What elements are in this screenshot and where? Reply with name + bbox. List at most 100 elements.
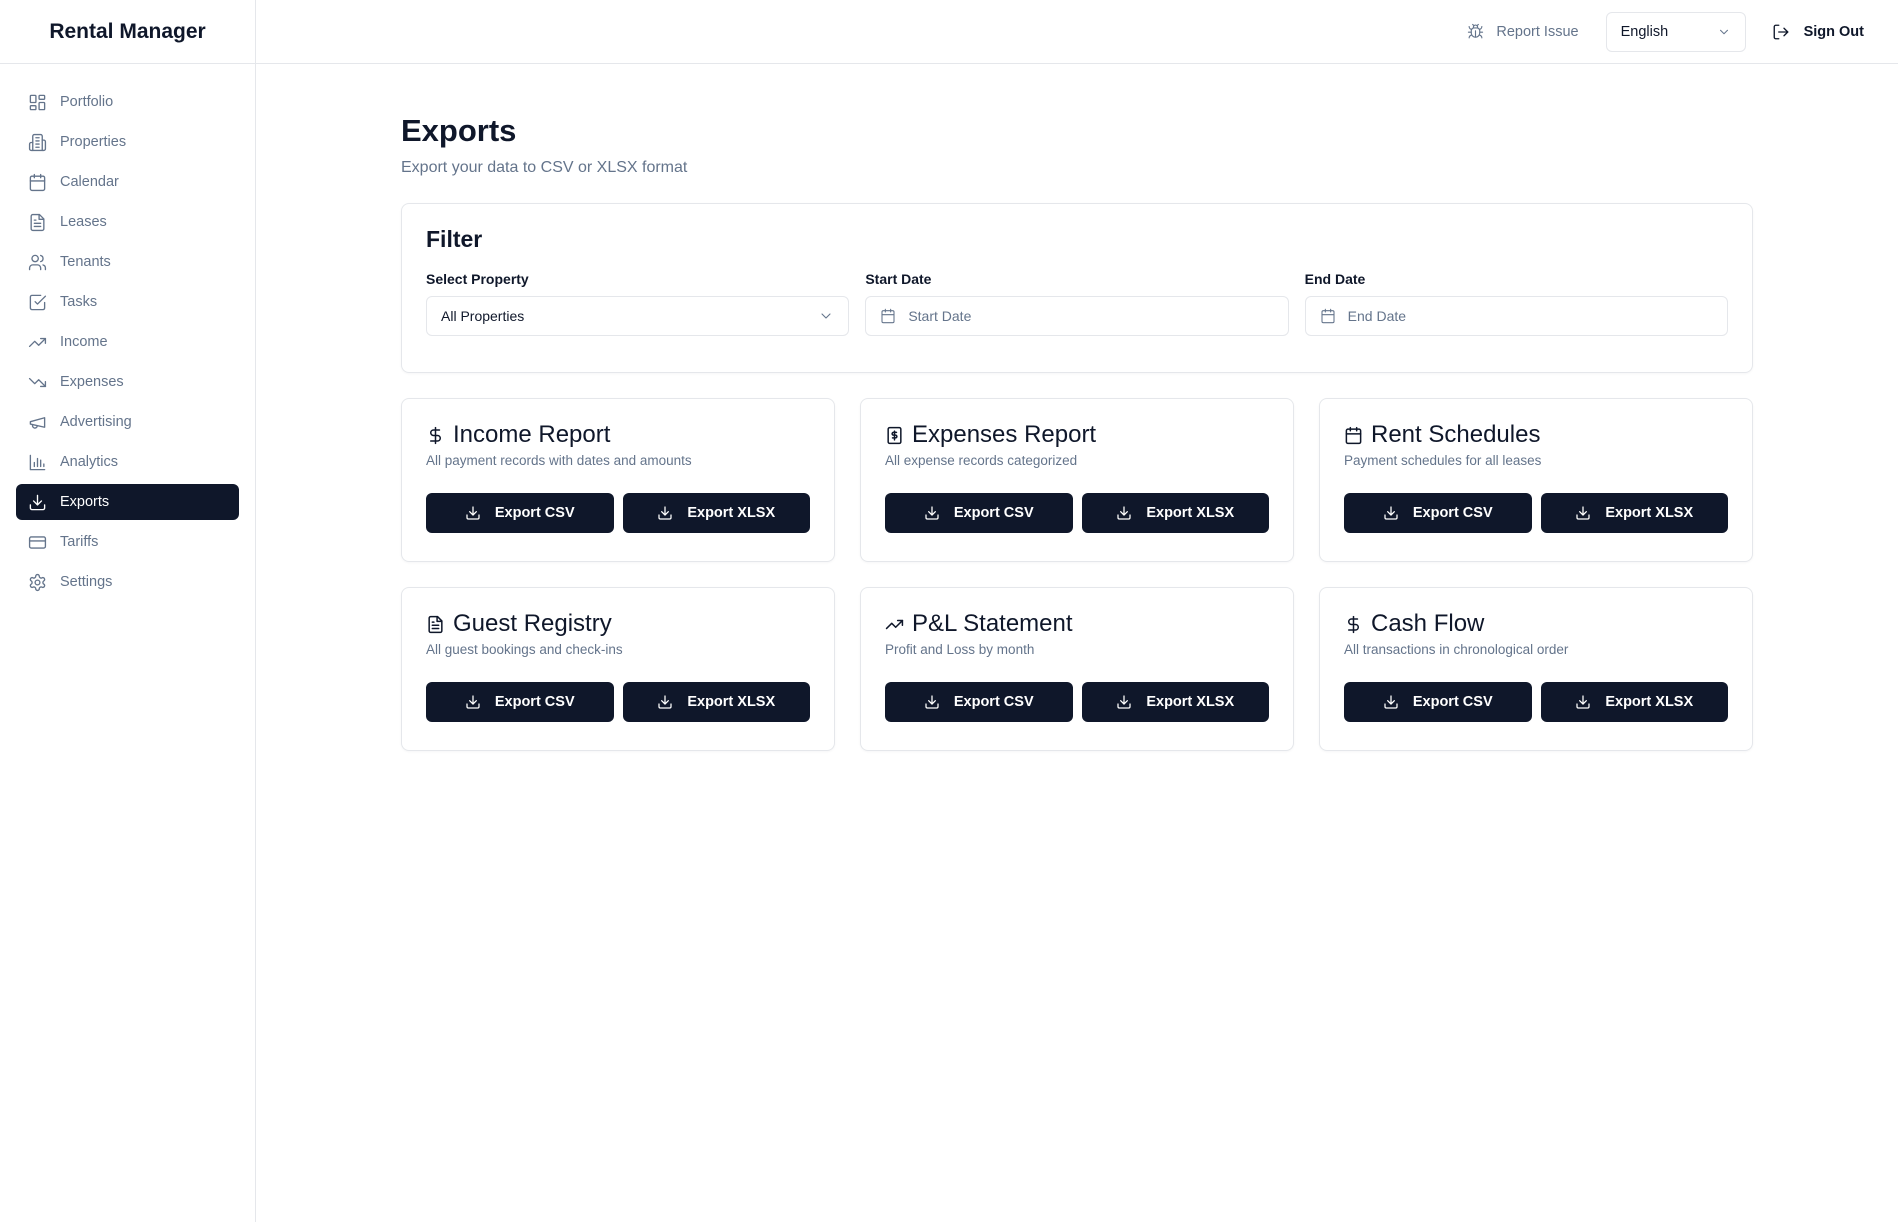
megaphone-icon xyxy=(29,416,46,429)
export-csv-button[interactable]: Export CSV xyxy=(885,493,1073,533)
export-card-cash-flow: Cash Flow All transactions in chronologi… xyxy=(1319,587,1753,751)
download-icon xyxy=(658,695,672,709)
sidebar: Rental Manager Portfolio Properties Cale… xyxy=(0,0,256,1222)
card-buttons: Export CSV Export XLSX xyxy=(426,682,810,722)
sidebar-item-label: Settings xyxy=(60,574,113,590)
button-label: Export CSV xyxy=(1412,694,1493,710)
checkbox-icon xyxy=(29,294,47,310)
card-description: All payment records with dates and amoun… xyxy=(426,453,692,468)
sidebar-item-label: Calendar xyxy=(60,174,119,190)
export-card-income-report: Income Report All payment records with d… xyxy=(401,398,835,562)
export-card-guest-registry: Guest Registry All guest bookings and ch… xyxy=(401,587,835,751)
sidebar-item-tenants[interactable]: Tenants xyxy=(16,244,239,280)
card-description: All guest bookings and check-ins xyxy=(426,642,623,657)
start-date-placeholder: Start Date xyxy=(908,308,972,324)
sidebar-item-label: Expenses xyxy=(60,374,124,390)
card-header: Rent Schedules xyxy=(1344,421,1728,449)
export-xlsx-button[interactable]: Export XLSX xyxy=(622,682,810,722)
download-icon xyxy=(466,506,480,520)
trending-up-icon xyxy=(28,337,47,347)
main-content: Exports Export your data to CSV or XLSX … xyxy=(401,113,1753,751)
sidebar-item-settings[interactable]: Settings xyxy=(16,564,239,600)
card-description: Profit and Loss by month xyxy=(885,642,1035,657)
download-icon xyxy=(925,695,939,709)
top-header: Report Issue English Sign Out xyxy=(256,0,1898,64)
property-label: Select Property xyxy=(426,271,529,287)
chevron-down-icon xyxy=(821,313,831,319)
download-icon xyxy=(1384,695,1398,709)
sidebar-item-expenses[interactable]: Expenses xyxy=(16,364,239,400)
button-label: Export XLSX xyxy=(1146,505,1235,521)
sidebar-item-leases[interactable]: Leases xyxy=(16,204,239,240)
card-header: Cash Flow xyxy=(1344,610,1728,638)
grid-icon xyxy=(29,94,46,110)
sidebar-item-portfolio[interactable]: Portfolio xyxy=(16,84,239,120)
export-xlsx-button[interactable]: Export XLSX xyxy=(1081,493,1269,533)
export-xlsx-button[interactable]: Export XLSX xyxy=(1540,682,1728,722)
end-date-picker[interactable]: End Date xyxy=(1304,296,1728,336)
sidebar-item-label: Tenants xyxy=(60,254,111,270)
card-header: Income Report xyxy=(426,421,810,449)
property-value: All Properties xyxy=(441,308,525,324)
sidebar-item-exports[interactable]: Exports xyxy=(16,484,239,520)
bar-chart-icon xyxy=(29,454,46,470)
sidebar-item-label: Tariffs xyxy=(60,534,99,550)
download-icon xyxy=(1576,695,1590,709)
report-issue-button[interactable]: Report Issue xyxy=(1467,23,1579,40)
export-csv-button[interactable]: Export CSV xyxy=(1344,493,1532,533)
button-label: Export CSV xyxy=(494,694,575,710)
download-icon xyxy=(466,695,480,709)
export-xlsx-button[interactable]: Export XLSX xyxy=(1081,682,1269,722)
report-issue-label: Report Issue xyxy=(1496,23,1579,40)
export-csv-button[interactable]: Export CSV xyxy=(426,493,614,533)
export-cards-grid: Income Report All payment records with d… xyxy=(401,398,1753,751)
sidebar-item-income[interactable]: Income xyxy=(16,324,239,360)
card-description: Payment schedules for all leases xyxy=(1344,453,1542,468)
chevron-down-icon xyxy=(1719,29,1728,34)
card-buttons: Export CSV Export XLSX xyxy=(1344,493,1728,533)
sidebar-item-advertising[interactable]: Advertising xyxy=(16,404,239,440)
property-select[interactable]: All Properties xyxy=(426,296,850,336)
sidebar-item-label: Advertising xyxy=(60,414,132,430)
button-label: Export XLSX xyxy=(1605,505,1694,521)
card-header: P&L Statement xyxy=(885,610,1269,638)
filter-card: Filter Select Property All Properties St… xyxy=(401,203,1753,373)
export-xlsx-button[interactable]: Export XLSX xyxy=(622,493,810,533)
language-select[interactable]: English xyxy=(1605,11,1746,52)
receipt-icon xyxy=(887,426,902,444)
sign-out-button[interactable]: Sign Out xyxy=(1772,23,1864,41)
card-title: Expenses Report xyxy=(912,421,1097,448)
filter-title: Filter xyxy=(426,226,483,252)
sidebar-item-calendar[interactable]: Calendar xyxy=(16,164,239,200)
sign-out-label: Sign Out xyxy=(1803,23,1864,40)
export-csv-button[interactable]: Export CSV xyxy=(1344,682,1532,722)
download-icon xyxy=(1117,506,1131,520)
filter-row: Select Property All Properties Start Dat… xyxy=(426,271,1728,336)
start-date-label: Start Date xyxy=(865,271,932,287)
download-icon xyxy=(925,506,939,520)
sidebar-item-properties[interactable]: Properties xyxy=(16,124,239,160)
sidebar-item-label: Properties xyxy=(60,134,127,150)
card-header: Guest Registry xyxy=(426,610,810,638)
card-buttons: Export CSV Export XLSX xyxy=(885,682,1269,722)
export-xlsx-button[interactable]: Export XLSX xyxy=(1540,493,1728,533)
sidebar-item-tasks[interactable]: Tasks xyxy=(16,284,239,320)
trending-up-icon xyxy=(885,619,904,629)
export-csv-button[interactable]: Export CSV xyxy=(426,682,614,722)
export-csv-button[interactable]: Export CSV xyxy=(885,682,1073,722)
start-date-picker[interactable]: Start Date xyxy=(865,296,1289,336)
export-card-expenses-report: Expenses Report All expense records cate… xyxy=(860,398,1294,562)
card-description: All transactions in chronological order xyxy=(1344,642,1569,657)
calendar-icon xyxy=(1321,308,1335,324)
calendar-icon xyxy=(29,173,46,191)
export-card-pl-statement: P&L Statement Profit and Loss by month E… xyxy=(860,587,1294,751)
gear-icon xyxy=(29,573,46,591)
card-title: Rent Schedules xyxy=(1371,421,1541,448)
button-label: Export CSV xyxy=(1412,505,1493,521)
button-label: Export CSV xyxy=(953,505,1034,521)
calendar-icon xyxy=(1345,426,1362,444)
sidebar-item-analytics[interactable]: Analytics xyxy=(16,444,239,480)
sidebar-item-tariffs[interactable]: Tariffs xyxy=(16,524,239,560)
download-icon xyxy=(1117,695,1131,709)
page-subtitle: Export your data to CSV or XLSX format xyxy=(401,159,688,176)
